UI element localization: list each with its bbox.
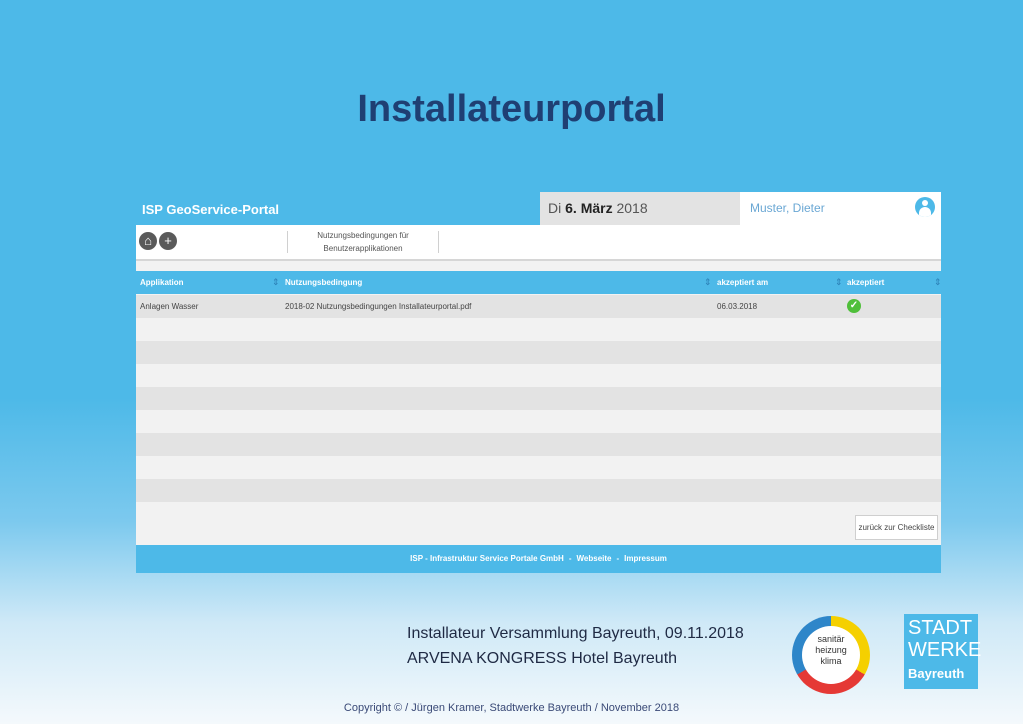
- portal-toolbar: ⌂ + Nutzungsbedingungen für Benutzerappl…: [136, 225, 941, 261]
- toolbar-divider: [287, 231, 288, 253]
- user-name[interactable]: Muster, Dieter: [750, 201, 825, 215]
- copyright: Copyright © / Jürgen Kramer, Stadtwerke …: [343, 702, 680, 714]
- event-line2: ARVENA KONGRESS Hotel Bayreuth: [407, 650, 678, 667]
- footer-link-webseite[interactable]: Webseite: [577, 554, 612, 563]
- stadtwerke-logo-line1: STADT: [908, 617, 973, 639]
- sort-icon[interactable]: ⇕: [272, 271, 280, 294]
- sort-icon[interactable]: ⇕: [704, 271, 712, 294]
- cell-applikation: Anlagen Wasser: [140, 302, 199, 311]
- shk-logo-line1: sanitär: [817, 634, 845, 644]
- date-day: 6. März: [565, 200, 613, 216]
- footer-separator: -: [568, 554, 572, 563]
- shk-logo: sanitär heizung klima: [792, 616, 870, 694]
- stadtwerke-logo-line2: WERKE: [908, 639, 982, 661]
- date-year: 2018: [616, 200, 648, 216]
- user-avatar-icon[interactable]: [915, 197, 935, 217]
- sort-icon[interactable]: ⇕: [835, 271, 843, 294]
- table-header: Applikation ⇕ Nutzungsbedingung ⇕ akzept…: [136, 271, 942, 294]
- shk-logo-line3: klima: [820, 656, 842, 666]
- menu-label-line2: Benutzerapplikationen: [323, 244, 403, 253]
- table-row: [136, 433, 941, 456]
- toolbar-divider: [438, 231, 439, 253]
- stadtwerke-logo-line3: Bayreuth: [908, 666, 965, 681]
- sort-icon[interactable]: ⇕: [934, 271, 942, 294]
- table-row: [136, 456, 941, 479]
- check-icon: ✓: [847, 299, 861, 313]
- portal-footer: ISP - Infrastruktur Service Portale GmbH…: [136, 545, 941, 573]
- header-akzeptiert-am[interactable]: akzeptiert am: [717, 271, 768, 294]
- home-icon[interactable]: ⌂: [139, 232, 157, 250]
- portal-brand[interactable]: ISP GeoService-Portal: [142, 202, 279, 217]
- table-row: [136, 318, 941, 341]
- slide-title: Installateurportal: [357, 88, 666, 130]
- footer-company: ISP - Infrastruktur Service Portale GmbH: [410, 554, 564, 563]
- menu-nutzungsbedingungen[interactable]: Nutzungsbedingungen für Benutzerapplikat…: [296, 229, 430, 255]
- table-row: [136, 387, 941, 410]
- portal-topbar: ISP GeoService-Portal Di 6. März 2018 Mu…: [136, 192, 941, 225]
- table-row: [136, 364, 941, 387]
- terms-table: Applikation ⇕ Nutzungsbedingung ⇕ akzept…: [136, 261, 942, 545]
- header-nutzungsbedingung[interactable]: Nutzungsbedingung: [285, 271, 362, 294]
- shk-logo-line2: heizung: [815, 645, 847, 655]
- date-display: Di 6. März 2018: [540, 192, 740, 225]
- cell-nutzungsbedingung[interactable]: 2018-02 Nutzungsbedingungen Installateur…: [285, 295, 471, 318]
- date-weekday: Di: [548, 200, 562, 216]
- footer-link-impressum[interactable]: Impressum: [624, 554, 667, 563]
- footer-separator: -: [616, 554, 620, 563]
- event-info: Installateur Versammlung Bayreuth, 09.11…: [407, 621, 744, 671]
- table-row: [136, 341, 941, 364]
- header-applikation[interactable]: Applikation: [140, 271, 184, 294]
- stadtwerke-logo: STADT WERKE Bayreuth: [904, 614, 982, 689]
- table-row: [136, 410, 941, 433]
- menu-label-line1: Nutzungsbedingungen für: [317, 231, 409, 240]
- cell-akzeptiert-am: 06.03.2018: [717, 302, 758, 311]
- portal-screenshot: ISP GeoService-Portal Di 6. März 2018 Mu…: [136, 192, 942, 573]
- table-row: [136, 479, 941, 502]
- user-box[interactable]: Muster, Dieter: [740, 192, 941, 225]
- event-line1: Installateur Versammlung Bayreuth, 09.11…: [407, 625, 744, 642]
- back-to-checklist-button[interactable]: zurück zur Checkliste: [855, 515, 938, 540]
- add-icon[interactable]: +: [159, 232, 177, 250]
- header-akzeptiert[interactable]: akzeptiert: [847, 271, 884, 294]
- table-row[interactable]: Anlagen Wasser 2018-02 Nutzungsbedingung…: [136, 295, 941, 318]
